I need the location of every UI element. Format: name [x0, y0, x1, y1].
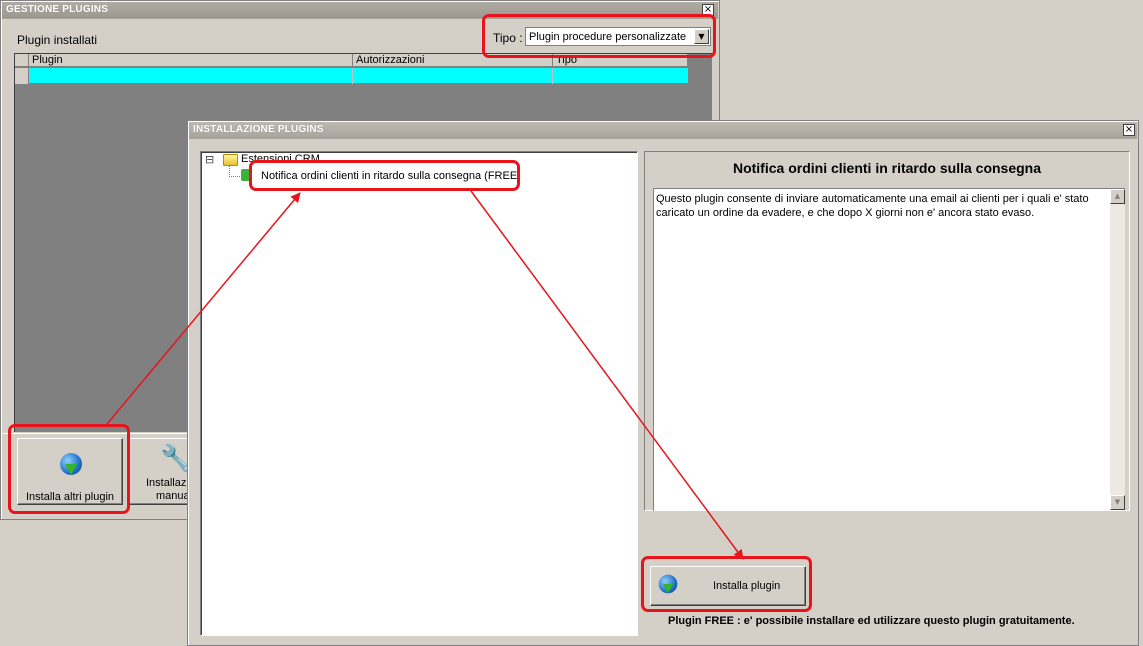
grid-header: Plugin Autorizzazioni Tipo: [15, 54, 688, 68]
plugin-tree-panel: ⊟ Estensioni CRM Notifica ordini clienti…: [200, 151, 638, 636]
cell-divider: [552, 68, 553, 84]
tree-plugin-item-label[interactable]: Notifica ordini clienti in ritardo sulla…: [261, 170, 521, 182]
chevron-down-icon[interactable]: ▼: [694, 29, 709, 44]
free-note: Plugin FREE : e' possibile installare ed…: [668, 615, 1075, 627]
selected-row-cells[interactable]: [29, 68, 688, 84]
cell-divider: [352, 68, 353, 84]
tree-folder-label[interactable]: Estensioni CRM: [241, 153, 320, 165]
scroll-down-icon[interactable]: ▼: [1110, 495, 1125, 510]
gestione-titlebar: GESTIONE PLUGINS ×: [2, 2, 718, 19]
scroll-up-icon[interactable]: ▲: [1110, 189, 1125, 204]
tipo-select[interactable]: Plugin procedure personalizzate ▼: [525, 27, 711, 46]
tipo-label: Tipo :: [493, 31, 523, 45]
install-plugin-button[interactable]: Installa plugin: [650, 566, 806, 606]
installazione-titlebar: INSTALLAZIONE PLUGINS ×: [189, 122, 1137, 139]
globe-download-icon: [60, 453, 82, 475]
column-header-plugin[interactable]: Plugin: [29, 54, 353, 67]
row-selector[interactable]: [15, 68, 29, 84]
folder-icon: [223, 154, 238, 166]
install-plugin-label: Installa plugin: [713, 580, 781, 592]
gestione-title: GESTIONE PLUGINS: [6, 4, 109, 15]
tree-expander-icon[interactable]: ⊟: [205, 154, 214, 165]
close-icon[interactable]: ×: [702, 4, 714, 16]
manual-install-label-2: manua: [156, 490, 190, 502]
puzzle-icon: [241, 169, 251, 181]
installazione-plugins-window: INSTALLAZIONE PLUGINS × ⊟ Estensioni CRM…: [187, 120, 1139, 646]
plugin-detail-panel: Notifica ordini clienti in ritardo sulla…: [644, 151, 1130, 511]
tipo-select-value: Plugin procedure personalizzate: [529, 31, 687, 43]
table-row[interactable]: [15, 68, 688, 84]
column-header-tipo[interactable]: Tipo: [553, 54, 688, 67]
description-textarea[interactable]: Questo plugin consente di inviare automa…: [653, 188, 1125, 511]
globe-download-icon: [658, 574, 678, 594]
description-text: Questo plugin consente di inviare automa…: [656, 193, 1089, 219]
install-other-plugins-label: Installa altri plugin: [25, 491, 115, 503]
install-other-plugins-button[interactable]: Installa altri plugin: [17, 438, 123, 505]
detail-title: Notifica ordini clienti in ritardo sulla…: [732, 160, 1042, 176]
installed-plugins-label: Plugin installati: [17, 33, 98, 47]
column-header-autorizzazioni[interactable]: Autorizzazioni: [353, 54, 553, 67]
scrollbar[interactable]: ▲ ▼: [1110, 189, 1125, 510]
grid-corner: [15, 54, 29, 67]
installazione-title: INSTALLAZIONE PLUGINS: [193, 124, 324, 135]
close-icon[interactable]: ×: [1123, 124, 1135, 136]
